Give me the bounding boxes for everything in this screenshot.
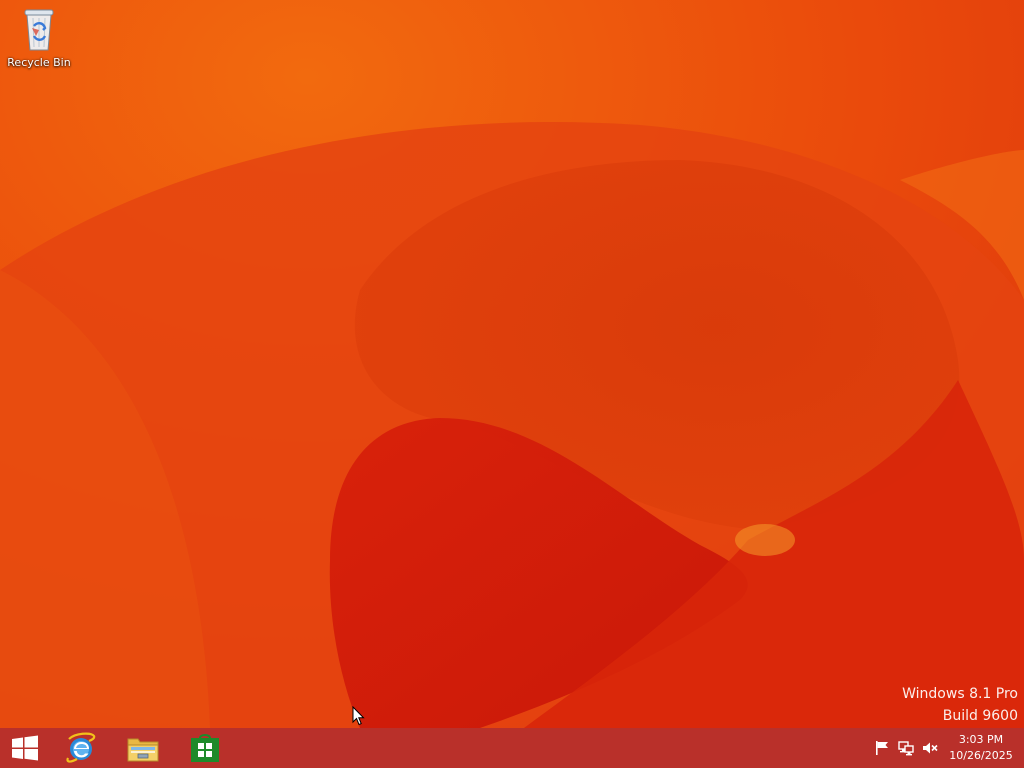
recycle-bin-icon <box>24 9 54 51</box>
mouse-cursor-icon <box>352 706 365 726</box>
taskbar-clock[interactable]: 3:03 PM 10/26/2025 <box>944 732 1018 764</box>
store-icon <box>191 734 219 762</box>
network-icon <box>898 741 914 756</box>
network-tray-icon[interactable] <box>897 740 915 756</box>
desktop[interactable]: Recycle Bin Windows 8.1 Pro Build 9600 3… <box>0 0 1024 768</box>
internet-explorer-icon <box>66 732 96 763</box>
wallpaper <box>0 0 1024 768</box>
action-center-flag-icon[interactable] <box>873 740 891 756</box>
start-button[interactable] <box>0 728 50 768</box>
taskbar-store-button[interactable] <box>180 728 230 768</box>
file-explorer-icon <box>127 738 159 762</box>
windows-watermark: Windows 8.1 Pro Build 9600 <box>902 683 1018 727</box>
clock-time: 3:03 PM <box>958 733 1004 746</box>
windows-logo-icon <box>12 735 38 761</box>
volume-muted-icon <box>923 742 938 754</box>
watermark-edition: Windows 8.1 Pro <box>902 686 1018 702</box>
taskbar: 3:03 PM 10/26/2025 <box>0 728 1024 768</box>
taskbar-file-explorer-button[interactable] <box>118 728 168 768</box>
desktop-icon-recycle-bin[interactable]: Recycle Bin <box>4 4 74 76</box>
taskbar-internet-explorer-button[interactable] <box>56 728 106 768</box>
watermark-build: Build 9600 <box>942 708 1018 724</box>
desktop-icon-label: Recycle Bin <box>7 56 71 69</box>
clock-date: 10/26/2025 <box>949 749 1013 762</box>
flag-icon <box>876 741 888 755</box>
volume-tray-icon[interactable] <box>921 740 939 756</box>
